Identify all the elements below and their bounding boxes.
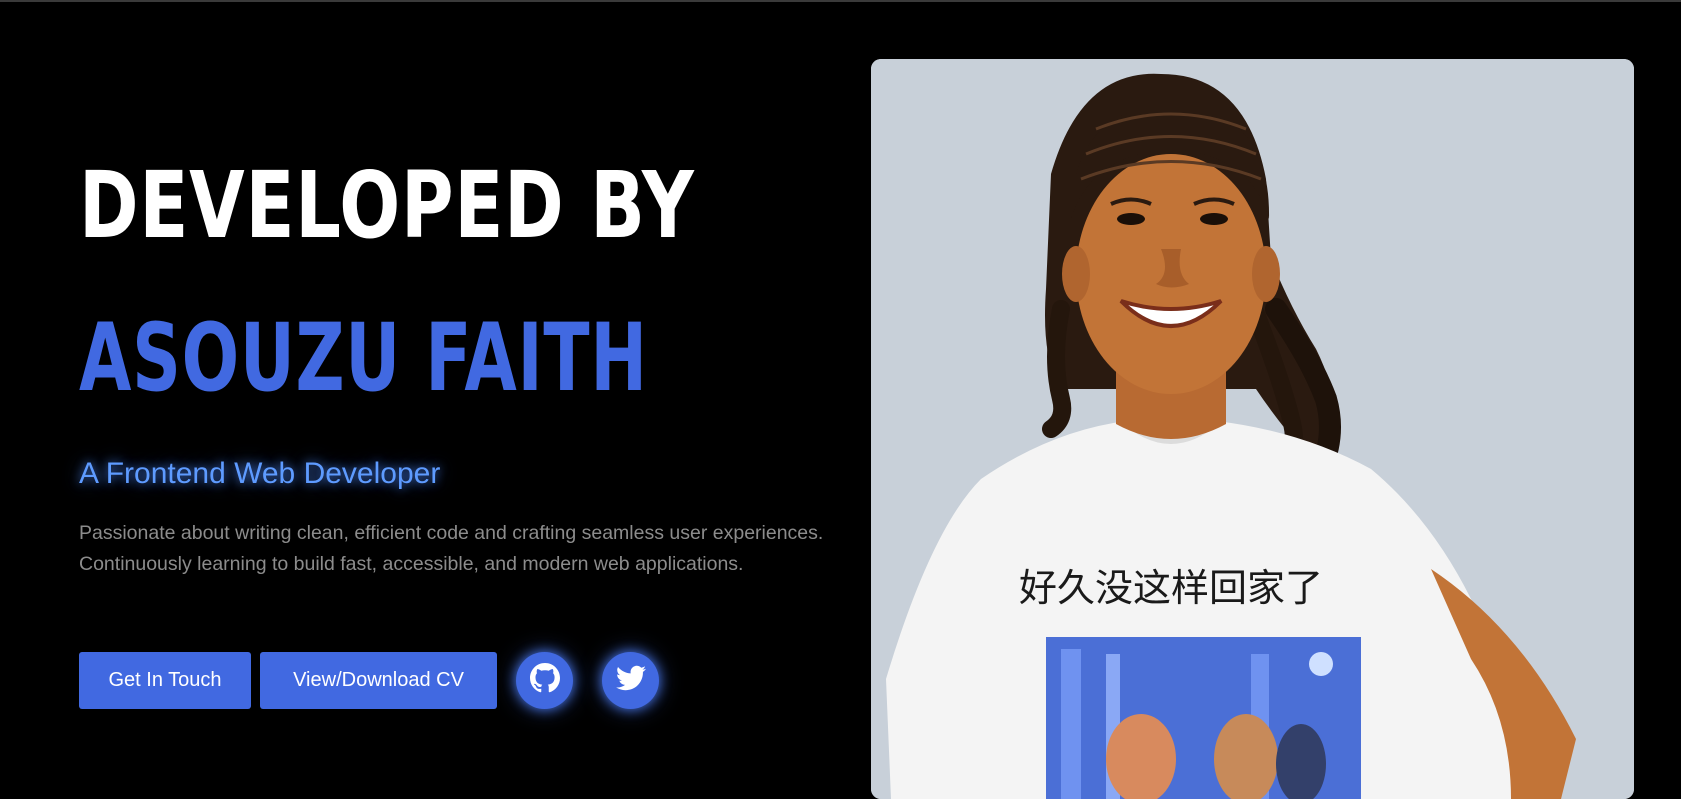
- portrait-photo: 好久没这样回家了: [871, 59, 1634, 799]
- description-line-1: Passionate about writing clean, efficien…: [79, 522, 824, 544]
- twitter-icon: [615, 663, 646, 698]
- role-subtitle: A Frontend Web Developer: [79, 457, 441, 490]
- twitter-link[interactable]: [602, 652, 659, 709]
- github-link[interactable]: [516, 652, 573, 709]
- get-in-touch-button[interactable]: Get In Touch: [79, 652, 251, 709]
- description-line-2: Continuously learning to build fast, acc…: [79, 553, 744, 575]
- portrait-illustration: 好久没这样回家了: [871, 59, 1634, 799]
- top-divider: [0, 0, 1681, 2]
- headline-name: ASOUZU FAITH: [79, 304, 648, 413]
- view-download-cv-button[interactable]: View/Download CV: [260, 652, 497, 709]
- hero-description: Passionate about writing clean, efficien…: [79, 518, 839, 580]
- headline-developed-by: DEVELOPED BY: [79, 152, 695, 259]
- github-icon: [529, 663, 560, 698]
- shirt-print-text: 好久没这样回家了: [1019, 566, 1323, 610]
